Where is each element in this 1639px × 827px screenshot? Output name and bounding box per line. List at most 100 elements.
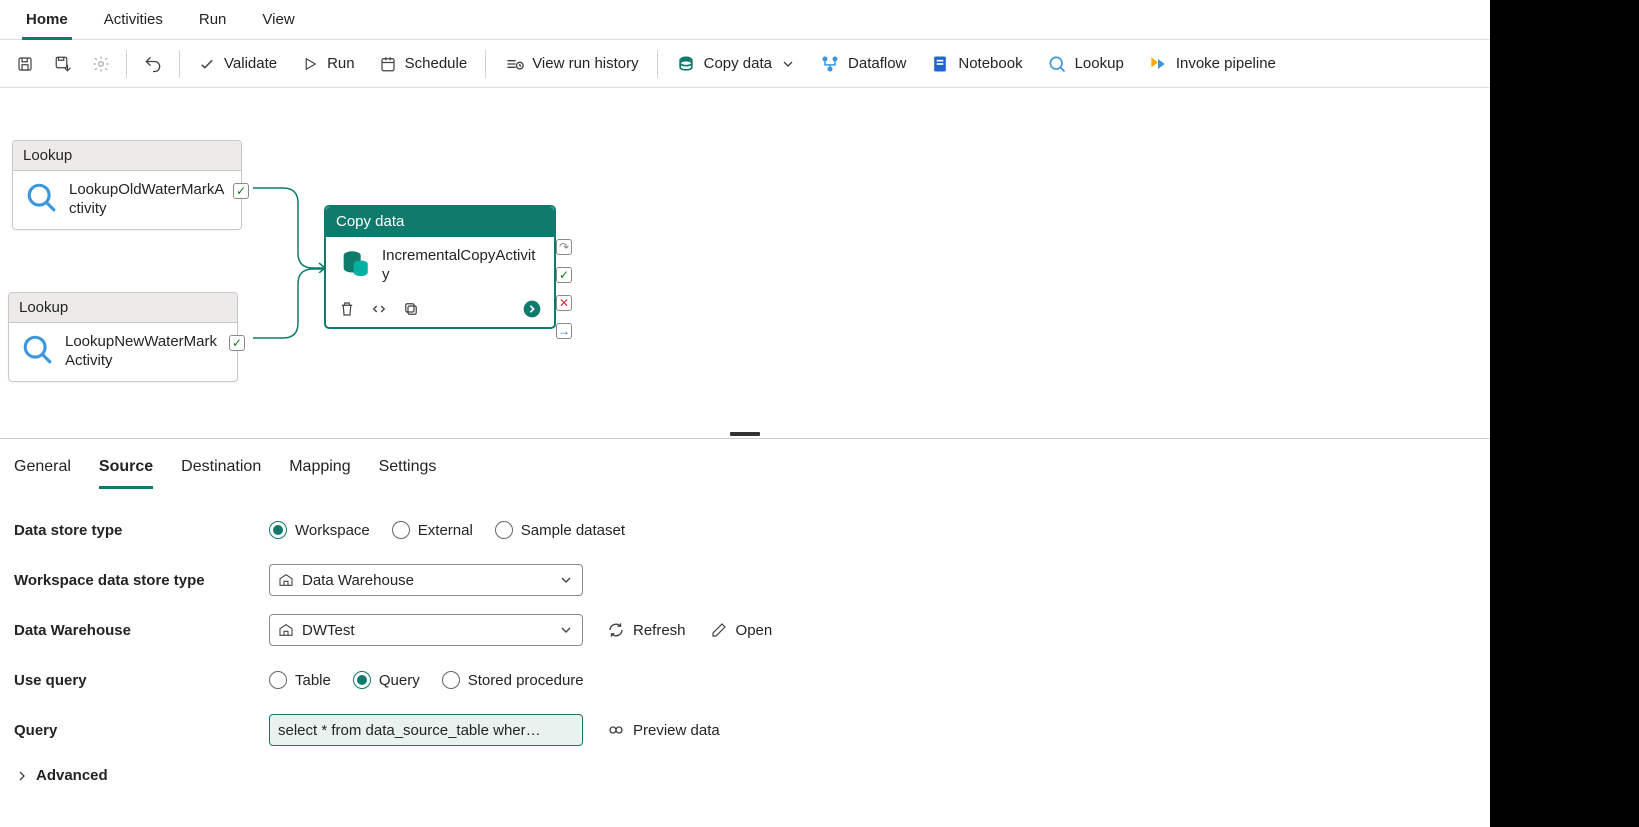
lookup-label: Lookup <box>1075 55 1124 72</box>
chevron-down-icon <box>558 622 574 638</box>
ws-store-type-label: Workspace data store type <box>14 572 269 589</box>
chevron-right-icon <box>14 768 30 784</box>
success-port[interactable]: ✓ <box>229 335 245 351</box>
activity-node-lookup-new[interactable]: Lookup LookupNewWaterMarkActivity ✓ <box>8 292 238 382</box>
success-port[interactable]: ✓ <box>556 267 572 283</box>
dropdown-value: Data Warehouse <box>302 572 550 589</box>
activity-properties-panel: General Source Destination Mapping Setti… <box>0 438 1490 784</box>
node-name: LookupNewWaterMarkActivity <box>65 333 225 371</box>
tab-view[interactable]: View <box>244 0 312 40</box>
query-input[interactable]: select * from data_source_table wher… <box>269 714 583 746</box>
dropdown-value: DWTest <box>302 622 550 639</box>
save-as-button[interactable] <box>46 46 80 82</box>
success-port[interactable]: ✓ <box>233 183 249 199</box>
arrow-right-circle-icon[interactable] <box>522 299 542 319</box>
radio-table[interactable]: Table <box>269 671 331 689</box>
activity-node-copy-data[interactable]: Copy data IncrementalCopyActivity ↷ ✓ ✕ … <box>325 206 555 328</box>
lookup-button[interactable]: Lookup <box>1037 46 1134 82</box>
separator <box>179 50 180 78</box>
radio-sample-dataset[interactable]: Sample dataset <box>495 521 625 539</box>
validate-button[interactable]: Validate <box>188 46 287 82</box>
delete-icon[interactable] <box>338 300 356 318</box>
use-query-label: Use query <box>14 672 269 689</box>
search-icon <box>21 333 55 367</box>
radio-external[interactable]: External <box>392 521 473 539</box>
view-run-history-label: View run history <box>532 55 638 72</box>
refresh-icon <box>607 621 625 639</box>
ribbon-tabs: Home Activities Run View <box>0 0 1490 40</box>
dataflow-icon <box>820 54 840 74</box>
validate-label: Validate <box>224 55 277 72</box>
edit-icon <box>710 621 728 639</box>
warehouse-icon <box>278 622 294 638</box>
ws-store-type-dropdown[interactable]: Data Warehouse <box>269 564 583 596</box>
search-icon <box>1047 54 1067 74</box>
ptab-general[interactable]: General <box>14 445 71 489</box>
data-store-type-label: Data store type <box>14 522 269 539</box>
open-button[interactable]: Open <box>710 621 773 639</box>
separator <box>485 50 486 78</box>
invoke-pipeline-button[interactable]: Invoke pipeline <box>1138 46 1286 82</box>
toolbar: Validate Run Schedule View run history C… <box>0 40 1490 88</box>
database-icon <box>676 54 696 74</box>
chevron-down-icon <box>780 56 796 72</box>
run-button[interactable]: Run <box>291 46 365 82</box>
ptab-source[interactable]: Source <box>99 445 153 489</box>
dataflow-label: Dataflow <box>848 55 906 72</box>
skip-port[interactable]: ↷ <box>556 239 572 255</box>
radio-workspace[interactable]: Workspace <box>269 521 370 539</box>
pipeline-icon <box>1148 54 1168 74</box>
preview-icon <box>607 721 625 739</box>
notebook-button[interactable]: Notebook <box>920 46 1032 82</box>
data-warehouse-label: Data Warehouse <box>14 622 269 639</box>
view-run-history-button[interactable]: View run history <box>494 46 648 82</box>
search-icon <box>25 181 59 215</box>
run-label: Run <box>327 55 355 72</box>
chevron-down-icon <box>558 572 574 588</box>
gear-icon <box>92 55 110 73</box>
tab-run[interactable]: Run <box>181 0 245 40</box>
tab-home[interactable]: Home <box>8 0 86 40</box>
properties-tabs: General Source Destination Mapping Setti… <box>14 445 1476 489</box>
unknown-black-region <box>1490 0 1639 827</box>
code-icon[interactable] <box>370 300 388 318</box>
node-type-label: Copy data <box>326 207 554 237</box>
notebook-label: Notebook <box>958 55 1022 72</box>
pipeline-canvas[interactable]: Lookup LookupOldWaterMarkActivity ✓ Look… <box>0 88 1490 430</box>
advanced-toggle[interactable]: Advanced <box>14 767 1476 784</box>
completion-port[interactable]: → <box>556 323 572 339</box>
history-icon <box>504 54 524 74</box>
fail-port[interactable]: ✕ <box>556 295 572 311</box>
ptab-settings[interactable]: Settings <box>379 445 437 489</box>
save-icon <box>16 55 34 73</box>
separator <box>657 50 658 78</box>
undo-button[interactable] <box>135 46 171 82</box>
node-type-label: Lookup <box>9 293 237 323</box>
invoke-pipeline-label: Invoke pipeline <box>1176 55 1276 72</box>
notebook-icon <box>930 54 950 74</box>
refresh-button[interactable]: Refresh <box>607 621 686 639</box>
separator <box>126 50 127 78</box>
preview-data-button[interactable]: Preview data <box>607 721 720 739</box>
warehouse-icon <box>278 572 294 588</box>
calendar-icon <box>379 55 397 73</box>
schedule-label: Schedule <box>405 55 468 72</box>
settings-button[interactable] <box>84 46 118 82</box>
dataflow-button[interactable]: Dataflow <box>810 46 916 82</box>
activity-node-lookup-old[interactable]: Lookup LookupOldWaterMarkActivity ✓ <box>12 140 242 230</box>
radio-stored-procedure[interactable]: Stored procedure <box>442 671 584 689</box>
check-icon <box>198 55 216 73</box>
radio-query[interactable]: Query <box>353 671 420 689</box>
save-button[interactable] <box>8 46 42 82</box>
copy-data-button[interactable]: Copy data <box>666 46 806 82</box>
undo-icon <box>143 54 163 74</box>
ptab-destination[interactable]: Destination <box>181 445 261 489</box>
data-warehouse-dropdown[interactable]: DWTest <box>269 614 583 646</box>
node-name: LookupOldWaterMarkActivity <box>69 181 229 219</box>
node-type-label: Lookup <box>13 141 241 171</box>
tab-activities[interactable]: Activities <box>86 0 181 40</box>
schedule-button[interactable]: Schedule <box>369 46 478 82</box>
ptab-mapping[interactable]: Mapping <box>289 445 350 489</box>
split-handle[interactable] <box>0 430 1490 438</box>
copy-icon[interactable] <box>402 300 420 318</box>
